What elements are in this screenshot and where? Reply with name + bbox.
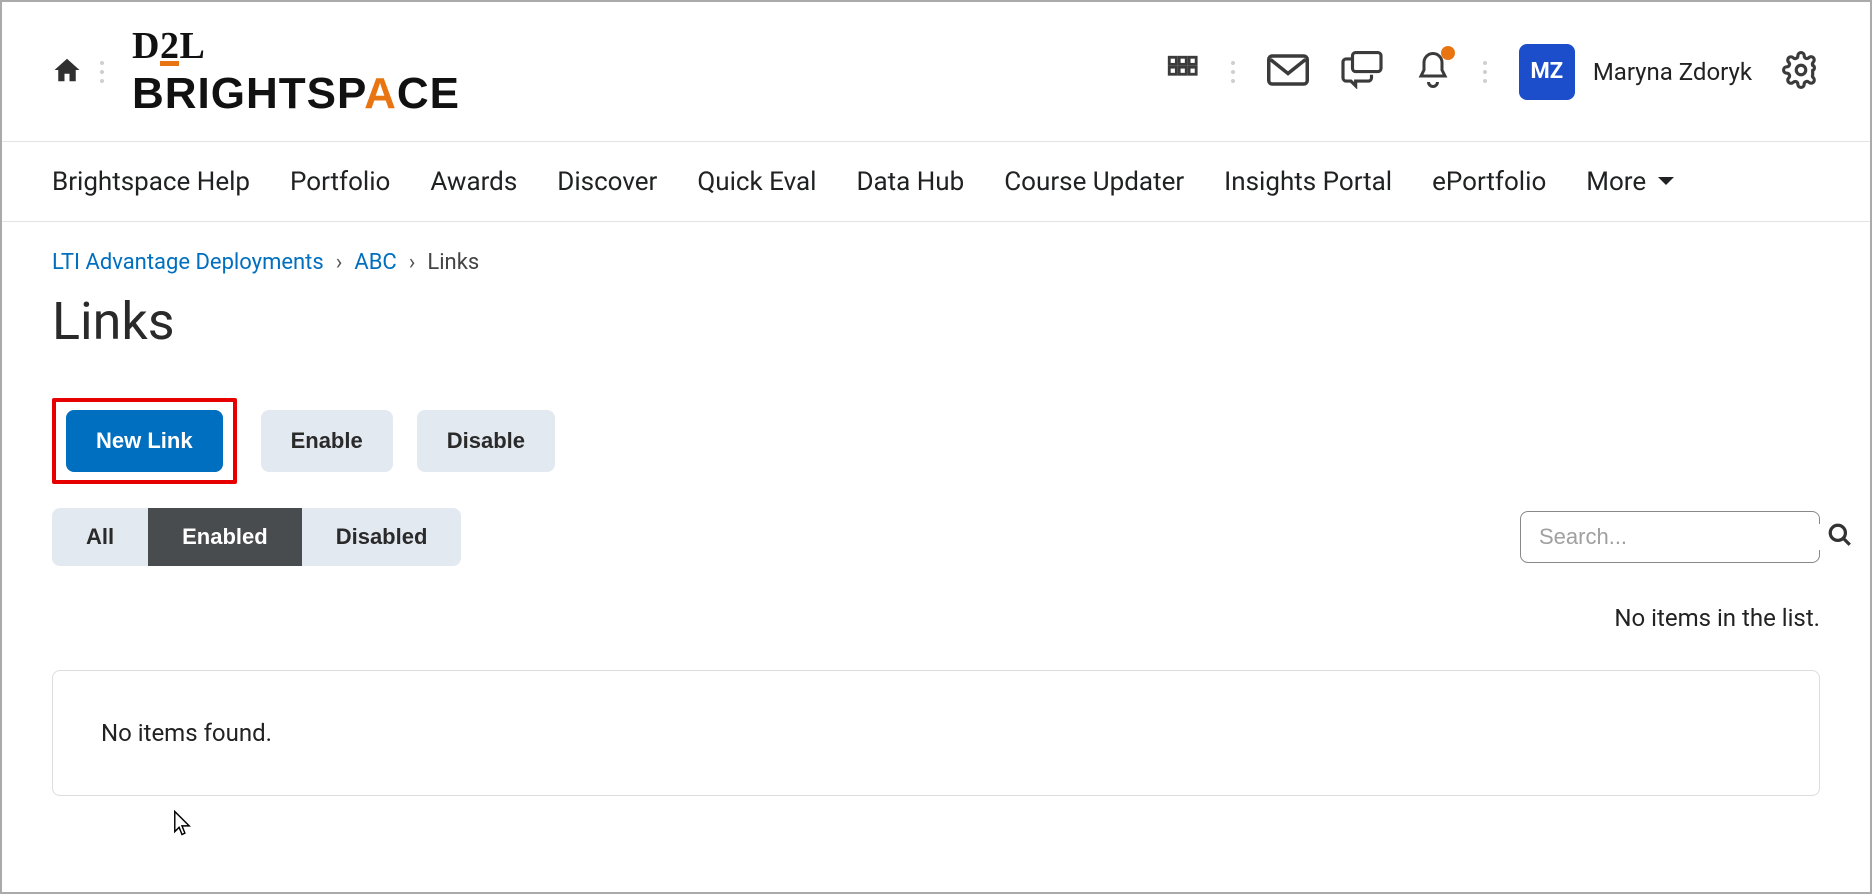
divider-dots-icon bbox=[100, 61, 104, 83]
divider-dots-icon bbox=[1231, 61, 1235, 83]
empty-results-text: No items found. bbox=[101, 719, 272, 747]
nav-awards[interactable]: Awards bbox=[430, 167, 517, 197]
breadcrumb-abc[interactable]: ABC bbox=[354, 250, 396, 275]
nav-more-label: More bbox=[1586, 167, 1646, 197]
new-link-button[interactable]: New Link bbox=[66, 410, 223, 472]
filter-enabled[interactable]: Enabled bbox=[148, 508, 302, 566]
gear-icon[interactable] bbox=[1782, 51, 1820, 93]
annotation-highlight: New Link bbox=[52, 398, 237, 484]
logo-d2l-text: D2L bbox=[132, 27, 460, 66]
filter-search-row: All Enabled Disabled bbox=[52, 508, 1820, 566]
top-header: D2L BRIGHTSPACE MZ Maryna Zdoryk bbox=[2, 2, 1870, 142]
search-box[interactable] bbox=[1520, 511, 1820, 563]
nav-course-updater[interactable]: Course Updater bbox=[1004, 167, 1184, 197]
disable-button[interactable]: Disable bbox=[417, 410, 555, 472]
search-icon[interactable] bbox=[1827, 522, 1853, 552]
chevron-right-icon: › bbox=[409, 250, 416, 275]
search-input[interactable] bbox=[1539, 524, 1827, 550]
brand-logo[interactable]: D2L BRIGHTSPACE bbox=[132, 27, 460, 116]
nav-portfolio[interactable]: Portfolio bbox=[290, 167, 390, 197]
nav-insights-portal[interactable]: Insights Portal bbox=[1224, 167, 1392, 197]
chevron-down-icon bbox=[1656, 175, 1676, 189]
mail-icon[interactable] bbox=[1267, 53, 1309, 91]
divider-dots-icon bbox=[1483, 61, 1487, 83]
filter-segmented-control: All Enabled Disabled bbox=[52, 508, 461, 566]
nav-brightspace-help[interactable]: Brightspace Help bbox=[52, 167, 250, 197]
home-icon[interactable] bbox=[52, 55, 82, 89]
user-display-name: Maryna Zdoryk bbox=[1593, 58, 1752, 86]
empty-results-panel: No items found. bbox=[52, 670, 1820, 796]
breadcrumb-lti-deployments[interactable]: LTI Advantage Deployments bbox=[52, 250, 324, 275]
enable-button[interactable]: Enable bbox=[261, 410, 393, 472]
page-title: Links bbox=[52, 291, 1820, 352]
logo-brightspace-text: BRIGHTSPACE bbox=[132, 72, 460, 116]
breadcrumb: LTI Advantage Deployments › ABC › Links bbox=[52, 250, 1820, 275]
list-status-text: No items in the list. bbox=[52, 604, 1820, 632]
notifications-bell-icon[interactable] bbox=[1415, 50, 1451, 94]
apps-grid-icon[interactable] bbox=[1165, 53, 1199, 91]
main-nav: Brightspace Help Portfolio Awards Discov… bbox=[2, 142, 1870, 222]
nav-more[interactable]: More bbox=[1586, 167, 1676, 197]
nav-data-hub[interactable]: Data Hub bbox=[856, 167, 964, 197]
nav-quick-eval[interactable]: Quick Eval bbox=[697, 167, 816, 197]
breadcrumb-current: Links bbox=[427, 250, 479, 275]
chevron-right-icon: › bbox=[336, 250, 343, 275]
notification-dot-icon bbox=[1441, 46, 1455, 60]
nav-eportfolio[interactable]: ePortfolio bbox=[1432, 167, 1546, 197]
filter-all[interactable]: All bbox=[52, 508, 148, 566]
user-menu[interactable]: MZ Maryna Zdoryk bbox=[1519, 44, 1752, 100]
filter-disabled[interactable]: Disabled bbox=[302, 508, 462, 566]
avatar: MZ bbox=[1519, 44, 1575, 100]
nav-discover[interactable]: Discover bbox=[557, 167, 657, 197]
page-content: LTI Advantage Deployments › ABC › Links … bbox=[2, 222, 1870, 824]
action-buttons-row: New Link Enable Disable bbox=[52, 398, 1820, 484]
messages-icon[interactable] bbox=[1341, 51, 1383, 93]
